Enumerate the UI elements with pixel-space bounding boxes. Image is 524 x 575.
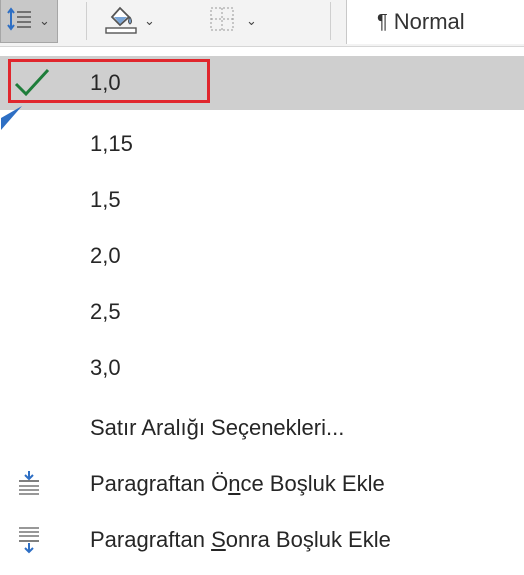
menu-item-label: 1,15 xyxy=(90,131,133,156)
style-gallery-normal[interactable]: ¶ Normal xyxy=(346,0,524,44)
menu-item-label: Paragraftan Sonra Boşluk Ekle xyxy=(90,527,391,552)
mouse-pointer-icon xyxy=(0,104,26,135)
menu-item-label: 2,0 xyxy=(90,243,121,268)
line-spacing-icon xyxy=(7,6,33,37)
ribbon-separator xyxy=(86,2,87,40)
menu-item-label: Paragraftan Önce Boşluk Ekle xyxy=(90,471,385,496)
menu-item-label: 1,5 xyxy=(90,187,121,212)
menu-item-label: 3,0 xyxy=(90,355,121,380)
selection-highlight-box xyxy=(8,59,210,103)
add-space-after-item[interactable]: Paragraftan Sonra Boşluk Ekle xyxy=(0,512,524,568)
menu-item-label: 2,5 xyxy=(90,299,121,324)
menu-item-2-0[interactable]: 2,0 xyxy=(0,228,524,284)
pilcrow-mark: ¶ xyxy=(377,10,388,33)
chevron-down-icon: ⌄ xyxy=(144,13,155,28)
shading-icon xyxy=(104,3,138,40)
ribbon-separator xyxy=(330,2,331,40)
style-name: Normal xyxy=(393,9,465,34)
borders-icon xyxy=(208,5,236,38)
borders-button[interactable]: ⌄ xyxy=(208,0,278,42)
space-before-icon xyxy=(16,470,42,502)
menu-item-2-5[interactable]: 2,5 xyxy=(0,284,524,340)
menu-item-1-15[interactable]: 1,15 xyxy=(0,116,524,172)
menu-item-3-0[interactable]: 3,0 xyxy=(0,340,524,396)
space-after-icon xyxy=(16,526,42,560)
chevron-down-icon: ⌄ xyxy=(39,13,50,28)
menu-item-label: Satır Aralığı Seçenekleri... xyxy=(90,415,345,440)
shading-button[interactable]: ⌄ xyxy=(104,0,180,42)
line-spacing-options-item[interactable]: Satır Aralığı Seçenekleri... xyxy=(0,400,524,456)
line-spacing-button[interactable]: ⌄ xyxy=(0,0,58,43)
chevron-down-icon: ⌄ xyxy=(246,13,257,28)
add-space-before-item[interactable]: Paragraftan Önce Boşluk Ekle xyxy=(0,456,524,512)
ribbon-toolbar: ⌄ ⌄ ⌄ ¶ Normal xyxy=(0,0,524,47)
menu-item-1-5[interactable]: 1,5 xyxy=(0,172,524,228)
